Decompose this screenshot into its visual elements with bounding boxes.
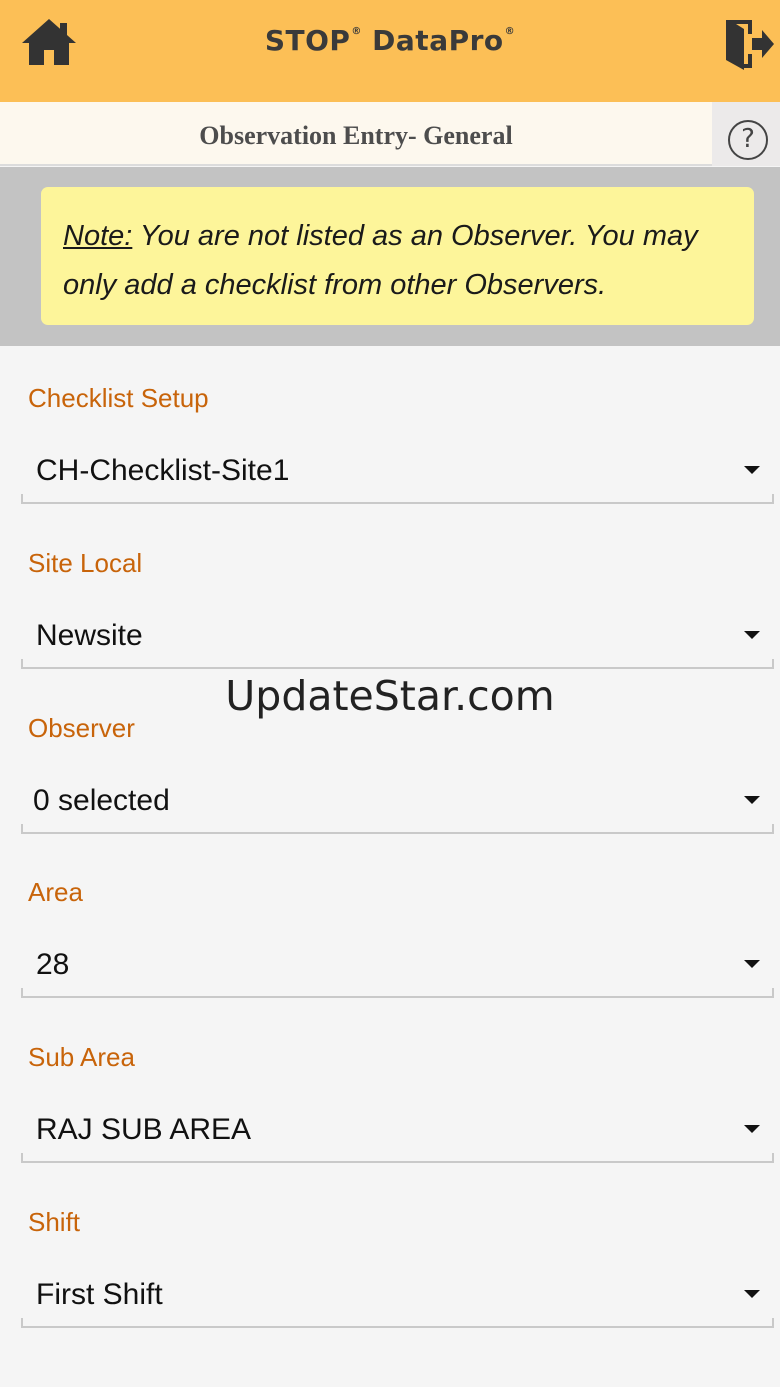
dropdown-arrow-icon	[744, 631, 760, 639]
brand-suffix: DataPro	[372, 24, 504, 57]
field-area: Area 28	[0, 840, 780, 1005]
observer-select[interactable]: 0 selected	[21, 766, 774, 834]
note-lead: Note:	[63, 220, 133, 252]
field-checklist-setup: Checklist Setup CH-Checklist-Site1	[0, 346, 780, 511]
select-value: First Shift	[36, 1278, 163, 1311]
help-icon: ?	[728, 120, 768, 160]
select-value: 28	[36, 948, 70, 981]
dropdown-arrow-icon	[744, 960, 760, 968]
sub-area-select[interactable]: RAJ SUB AREA	[21, 1095, 774, 1163]
logout-button[interactable]	[722, 16, 776, 72]
help-button[interactable]: ?	[712, 102, 780, 166]
select-value: Newsite	[36, 619, 143, 652]
brand-mark-suffix: ®	[504, 26, 516, 37]
dropdown-arrow-icon	[744, 1290, 760, 1298]
shift-select[interactable]: First Shift	[21, 1260, 774, 1328]
logout-icon	[726, 20, 774, 70]
field-label: Sub Area	[28, 1042, 135, 1072]
brand-name: STOP	[264, 24, 351, 57]
select-value: 0 selected	[33, 784, 170, 817]
field-label: Checklist Setup	[28, 383, 209, 413]
note-banner: Note: You are not listed as an Observer.…	[0, 167, 780, 346]
field-label: Area	[28, 877, 83, 907]
watermark: UpdateStar.com	[225, 672, 555, 720]
field-shift: Shift First Shift	[0, 1170, 780, 1335]
page-header: Observation Entry- General	[0, 102, 780, 166]
dropdown-arrow-icon	[744, 796, 760, 804]
dropdown-arrow-icon	[744, 1125, 760, 1133]
app-brand: STOP® DataPro®	[0, 24, 780, 57]
note-box: Note: You are not listed as an Observer.…	[41, 187, 754, 325]
checklist-setup-select[interactable]: CH-Checklist-Site1	[21, 436, 774, 504]
note-text: You are not listed as an Observer. You m…	[63, 220, 698, 301]
site-local-select[interactable]: Newsite	[21, 601, 774, 669]
field-label: Site Local	[28, 548, 143, 578]
select-value: CH-Checklist-Site1	[36, 454, 290, 487]
area-select[interactable]: 28	[21, 930, 774, 998]
top-bar: STOP® DataPro®	[0, 0, 780, 102]
brand-mark: ®	[351, 26, 362, 37]
field-label: Shift	[28, 1207, 81, 1237]
dropdown-arrow-icon	[744, 466, 760, 474]
field-sub-area: Sub Area RAJ SUB AREA	[0, 1005, 780, 1170]
field-site-local: Site Local Newsite	[0, 511, 780, 676]
page-title: Observation Entry- General	[199, 121, 513, 150]
select-value: RAJ SUB AREA	[36, 1113, 252, 1146]
